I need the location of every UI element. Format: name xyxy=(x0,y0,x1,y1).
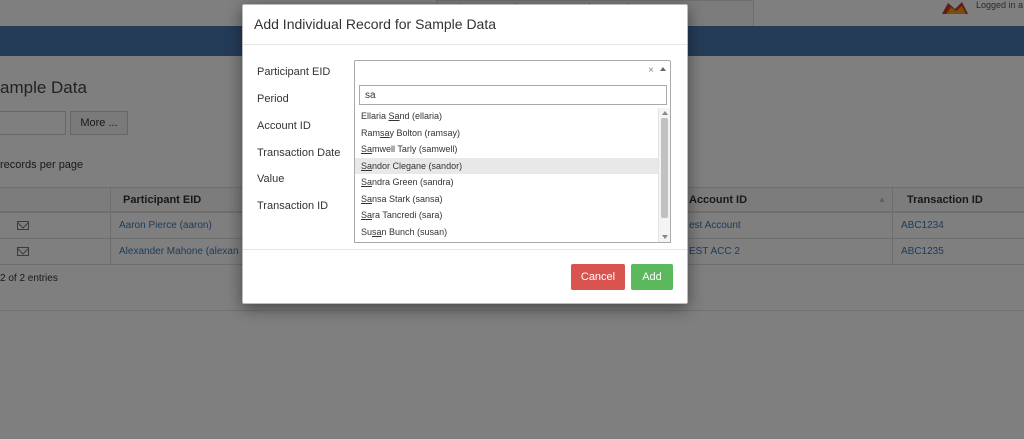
modal-title: Add Individual Record for Sample Data xyxy=(254,16,497,32)
dropdown-option[interactable]: Ramsay Bolton (ramsay) xyxy=(355,125,658,141)
cancel-button[interactable]: Cancel xyxy=(571,264,625,290)
option-text: Su xyxy=(361,226,373,237)
option-match: sa xyxy=(380,127,390,138)
dropdown-option[interactable]: Ellaria Sand (ellaria) xyxy=(355,108,658,124)
dropdown-option[interactable]: Samwell Tarly (samwell) xyxy=(355,141,658,157)
option-text: nsa Stark (sansa) xyxy=(372,193,443,204)
option-match: Sa xyxy=(361,160,373,171)
clear-icon[interactable]: × xyxy=(648,65,654,76)
option-match: Sa xyxy=(361,210,373,220)
option-text: nd (ellaria) xyxy=(399,111,443,121)
option-text: ndra Green (sandra) xyxy=(372,177,454,187)
period-label: Period xyxy=(257,93,289,105)
dropdown-option[interactable]: Sandor Clegane (sandor) xyxy=(355,157,658,174)
option-match: Sa xyxy=(361,177,373,187)
dropdown-option[interactable]: Susan Bunch (susan) xyxy=(355,224,658,240)
option-text: n Bunch (susan) xyxy=(381,226,448,237)
option-text: y Bolton (ramsay) xyxy=(389,127,461,138)
dropdown-search-input[interactable] xyxy=(359,85,667,105)
dropdown-options: Ellaria Sand (ellaria) Ramsay Bolton (ram… xyxy=(355,108,658,242)
value-label: Value xyxy=(257,173,285,185)
dropdown-option[interactable]: Sara Tancredi (sara) xyxy=(355,207,658,223)
chevron-up-icon[interactable] xyxy=(660,67,666,71)
option-match: Sa xyxy=(361,193,373,204)
account-id-label: Account ID xyxy=(257,120,311,132)
dropdown-scrollbar[interactable] xyxy=(658,108,670,242)
transaction-id-label: Transaction ID xyxy=(257,200,329,212)
option-text: ndor Clegane (sandor) xyxy=(372,160,463,171)
participant-eid-label: Participant EID xyxy=(257,66,331,78)
option-text: Ellaria xyxy=(361,111,389,121)
scroll-down-icon[interactable] xyxy=(662,235,668,239)
add-button[interactable]: Add xyxy=(631,264,673,290)
participant-dropdown: Ellaria Sand (ellaria)Ramsay Bolton (ram… xyxy=(354,81,671,243)
option-match: Sa xyxy=(361,144,373,154)
add-record-modal: Add Individual Record for Sample Data Pa… xyxy=(242,4,688,304)
option-text: Ram xyxy=(361,127,381,138)
option-match: sa xyxy=(372,226,382,237)
participant-eid-select[interactable]: × xyxy=(354,60,671,82)
modal-footer-divider xyxy=(243,249,687,250)
scrollbar-thumb[interactable] xyxy=(661,118,668,218)
option-text: ra Tancredi (sara) xyxy=(372,210,443,220)
option-match: Sa xyxy=(388,111,400,121)
scroll-up-icon[interactable] xyxy=(662,111,668,115)
transaction-date-label: Transaction Date xyxy=(257,147,341,159)
dropdown-option[interactable]: Sansa Stark (sansa) xyxy=(355,191,658,207)
modal-header: Add Individual Record for Sample Data xyxy=(243,5,687,45)
dropdown-option[interactable]: Sandra Green (sandra) xyxy=(355,174,658,190)
option-text: mwell Tarly (samwell) xyxy=(372,144,458,154)
